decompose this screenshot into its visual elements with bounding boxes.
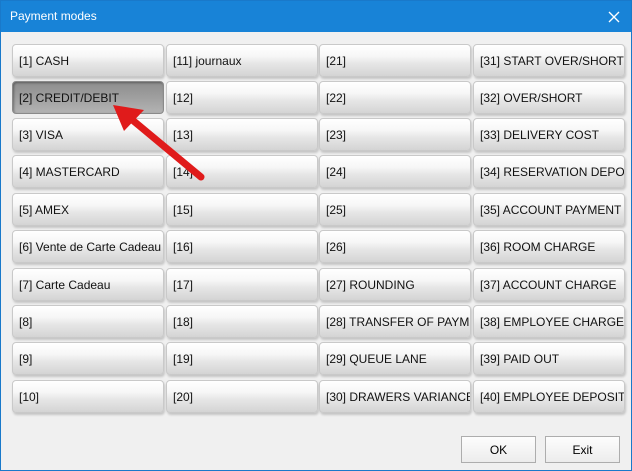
payment-mode-button[interactable]: [15] [166, 193, 318, 226]
window-title: Payment modes [10, 9, 97, 23]
payment-mode-button[interactable]: [26] [319, 230, 471, 263]
payment-mode-button[interactable]: [8] [12, 305, 164, 338]
payment-mode-button[interactable]: [25] [319, 193, 471, 226]
payment-modes-window: Payment modes [1] CASH [2] CREDIT/DEBIT [3… [0, 0, 632, 471]
exit-button[interactable]: Exit [545, 436, 620, 463]
payment-mode-button[interactable]: [14] [166, 155, 318, 188]
payment-mode-button[interactable]: [24] [319, 155, 471, 188]
payment-mode-button[interactable]: [30] DRAWERS VARIANCE [319, 380, 471, 413]
close-icon [608, 11, 620, 22]
payment-mode-button[interactable]: [34] RESERVATION DEPOS [473, 155, 625, 188]
payment-mode-button[interactable]: [21] [319, 44, 471, 77]
title-bar[interactable]: Payment modes [1, 1, 631, 32]
payment-mode-button[interactable]: [9] [12, 342, 164, 375]
payment-mode-button[interactable]: [17] [166, 268, 318, 301]
payment-mode-button[interactable]: [39] PAID OUT [473, 342, 625, 375]
payment-mode-button[interactable]: [18] [166, 305, 318, 338]
payment-mode-button[interactable]: [22] [319, 81, 471, 114]
payment-mode-button[interactable]: [40] EMPLOYEE DEPOSIT [473, 380, 625, 413]
payment-mode-button[interactable]: [2] CREDIT/DEBIT [12, 81, 164, 114]
payment-mode-button[interactable]: [32] OVER/SHORT [473, 81, 625, 114]
payment-mode-button[interactable]: [37] ACCOUNT CHARGE [473, 268, 625, 301]
payment-mode-button[interactable]: [5] AMEX [12, 193, 164, 226]
payment-mode-button[interactable]: [31] START OVER/SHORT [473, 44, 625, 77]
payment-mode-button[interactable]: [3] VISA [12, 118, 164, 151]
payment-mode-button[interactable]: [19] [166, 342, 318, 375]
payment-mode-button[interactable]: [12] [166, 81, 318, 114]
payment-mode-button[interactable]: [16] [166, 230, 318, 263]
payment-mode-button[interactable]: [35] ACCOUNT PAYMENT [473, 193, 625, 226]
payment-mode-button[interactable]: [1] CASH [12, 44, 164, 77]
payment-mode-button[interactable]: [13] [166, 118, 318, 151]
payment-mode-button[interactable]: [6] Vente de Carte Cadeau [12, 230, 164, 263]
ok-button[interactable]: OK [461, 436, 536, 463]
payment-mode-button[interactable]: [7] Carte Cadeau [12, 268, 164, 301]
payment-mode-button[interactable]: [20] [166, 380, 318, 413]
close-button[interactable] [597, 1, 631, 32]
payment-mode-button[interactable]: [36] ROOM CHARGE [473, 230, 625, 263]
payment-mode-button[interactable]: [28] TRANSFER OF PAYMEI [319, 305, 471, 338]
payment-mode-button[interactable]: [27] ROUNDING [319, 268, 471, 301]
payment-mode-button[interactable]: [33] DELIVERY COST [473, 118, 625, 151]
payment-mode-button[interactable]: [38] EMPLOYEE CHARGE [473, 305, 625, 338]
payment-mode-button[interactable]: [29] QUEUE LANE [319, 342, 471, 375]
payment-mode-button[interactable]: [11] journaux [166, 44, 318, 77]
payment-mode-button[interactable]: [4] MASTERCARD [12, 155, 164, 188]
payment-mode-button[interactable]: [10] [12, 380, 164, 413]
dialog-content: [1] CASH [2] CREDIT/DEBIT [3] VISA [4] MAST… [1, 32, 631, 470]
payment-mode-button[interactable]: [23] [319, 118, 471, 151]
